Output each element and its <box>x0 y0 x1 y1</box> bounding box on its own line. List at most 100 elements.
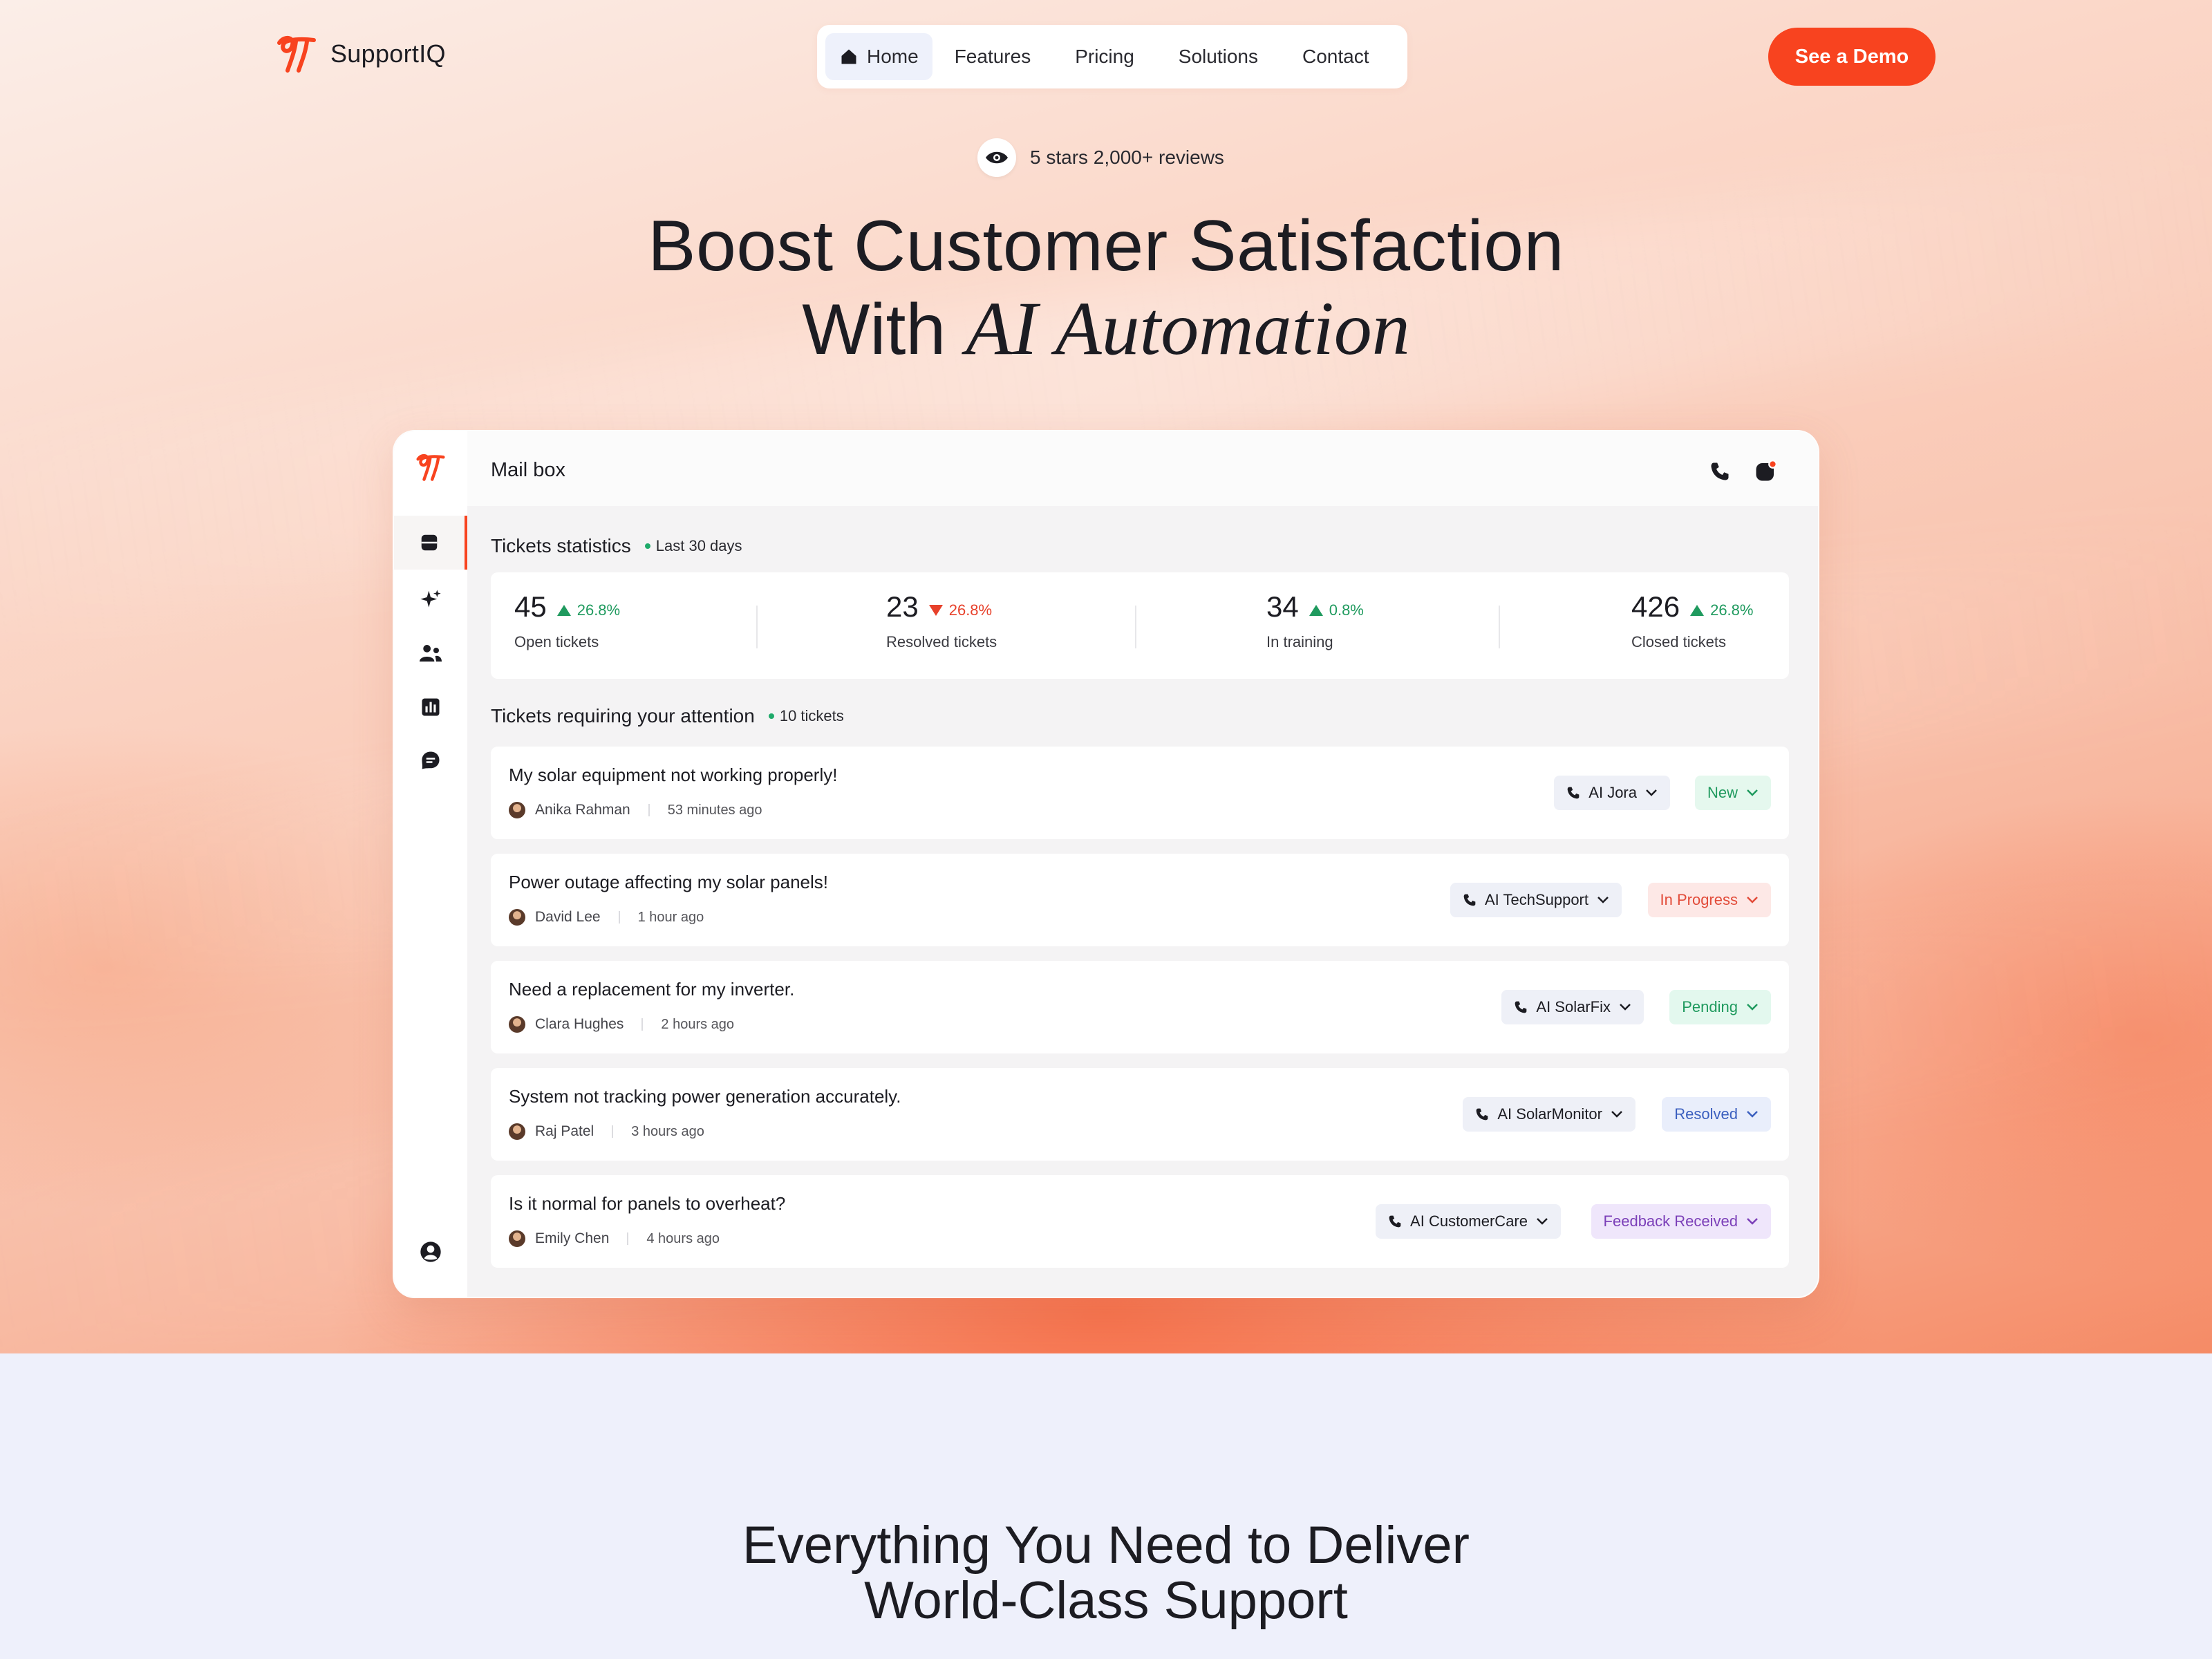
ticket-meta: Clara Hughes 2 hours ago <box>509 1016 734 1033</box>
attention-count: 10 tickets <box>768 707 844 725</box>
stats-period: Last 30 days <box>644 537 742 555</box>
mailbox-app-window: Mail box Tickets statistics Last 30 days… <box>393 430 1819 1298</box>
stat-value: 45 <box>514 590 547 623</box>
hero-headline-italic: AI Automation <box>966 286 1410 371</box>
nav-solutions[interactable]: Solutions <box>1156 33 1280 80</box>
agent-dropdown[interactable]: AI Jora <box>1554 776 1670 810</box>
nav-home[interactable]: Home <box>825 33 932 80</box>
sidebar-item-ai[interactable] <box>394 573 467 627</box>
ticket-subject: Need a replacement for my inverter. <box>509 979 795 1000</box>
stat-training: 34 0.8% In training <box>1266 590 1364 651</box>
divider <box>627 1232 629 1245</box>
stat-delta-value: 26.8% <box>1710 601 1754 619</box>
status-dropdown[interactable]: In Progress <box>1647 883 1771 917</box>
status-label: New <box>1707 784 1738 801</box>
stat-label: Open tickets <box>514 633 599 650</box>
ticket-customer: Anika Rahman <box>535 802 630 818</box>
sidebar-item-chat[interactable] <box>394 733 467 787</box>
avatar <box>509 1016 525 1033</box>
app-logo-icon[interactable] <box>415 452 447 482</box>
triangle-up-icon <box>1309 605 1323 616</box>
sidebar-item-inbox[interactable] <box>394 516 467 570</box>
chevron-down-icon <box>1747 1218 1758 1225</box>
ticket-row[interactable]: My solar equipment not working properly!… <box>491 747 1789 839</box>
hero-headline-line2: With AI Automation <box>0 283 2212 375</box>
agent-label: AI SolarMonitor <box>1497 1105 1602 1123</box>
status-dropdown[interactable]: Feedback Received <box>1591 1204 1771 1239</box>
ticket-row[interactable]: Is it normal for panels to overheat? Emi… <box>491 1175 1789 1268</box>
status-dropdown[interactable]: Resolved <box>1662 1097 1771 1132</box>
ticket-customer: David Lee <box>535 909 601 925</box>
ticket-time: 1 hour ago <box>637 909 704 925</box>
avatar <box>509 1230 525 1247</box>
attention-count-label: 10 tickets <box>779 707 844 724</box>
phone-icon <box>1389 1215 1401 1228</box>
nav-contact[interactable]: Contact <box>1280 33 1391 80</box>
agent-dropdown[interactable]: AI TechSupport <box>1450 883 1622 917</box>
ticket-customer: Raj Patel <box>535 1123 594 1139</box>
notification-icon[interactable] <box>1752 458 1779 485</box>
triangle-down-icon <box>928 605 943 616</box>
section-heading-line1: Everything You Need to Deliver <box>742 1516 1470 1575</box>
status-label: In Progress <box>1660 891 1738 908</box>
stat-value: 426 <box>1631 590 1680 623</box>
attention-title: Tickets requiring your attention <box>491 705 755 727</box>
divider <box>756 606 758 648</box>
ticket-time: 2 hours ago <box>661 1016 735 1032</box>
stat-delta: 0.8% <box>1309 601 1364 619</box>
nav-pricing[interactable]: Pricing <box>1053 33 1156 80</box>
main-nav: Home Features Pricing Solutions Contact <box>817 25 1407 88</box>
ticket-subject: Is it normal for panels to overheat? <box>509 1193 786 1214</box>
status-dropdown[interactable]: Pending <box>1669 990 1771 1024</box>
agent-dropdown[interactable]: AI SolarFix <box>1501 990 1644 1024</box>
phone-icon[interactable] <box>1706 458 1734 485</box>
stats-card: 45 26.8% Open tickets 23 26.8% Resolved … <box>491 572 1789 679</box>
ticket-meta: Raj Patel 3 hours ago <box>509 1123 704 1140</box>
attention-header: Tickets requiring your attention 10 tick… <box>491 705 844 727</box>
brand-logo[interactable]: SupportIQ <box>275 33 446 75</box>
chevron-down-icon <box>1747 897 1758 903</box>
avatar <box>509 1123 525 1140</box>
agent-dropdown[interactable]: AI CustomerCare <box>1376 1204 1561 1239</box>
sparkle-icon <box>420 590 441 608</box>
divider <box>612 1125 614 1138</box>
stat-delta: 26.8% <box>1689 601 1753 619</box>
stat-open: 45 26.8% Open tickets <box>514 590 620 651</box>
status-dot <box>644 543 650 549</box>
triangle-up-icon <box>1690 605 1705 616</box>
nav-features[interactable]: Features <box>932 33 1053 80</box>
stats-title: Tickets statistics <box>491 535 631 556</box>
agent-label: AI CustomerCare <box>1410 1212 1528 1230</box>
status-label: Resolved <box>1674 1105 1738 1123</box>
stats-header: Tickets statistics Last 30 days <box>491 535 742 557</box>
status-label: Pending <box>1682 998 1738 1015</box>
ticket-time: 53 minutes ago <box>667 802 762 818</box>
stat-label: In training <box>1266 633 1333 650</box>
chevron-down-icon <box>1620 1004 1631 1011</box>
sidebar-item-analytics[interactable] <box>394 680 467 734</box>
divider <box>1499 606 1500 648</box>
sidebar-item-profile[interactable] <box>394 1225 467 1279</box>
agent-label: AI TechSupport <box>1484 891 1588 908</box>
stat-label: Closed tickets <box>1631 633 1726 650</box>
status-dropdown[interactable]: New <box>1694 776 1771 810</box>
divider <box>1135 606 1136 648</box>
hero-headline-plain: With <box>802 290 946 370</box>
brand-name: SupportIQ <box>330 39 446 68</box>
ticket-row[interactable]: System not tracking power generation acc… <box>491 1068 1789 1161</box>
stat-delta-value: 0.8% <box>1329 601 1364 619</box>
bar-chart-icon <box>422 698 440 716</box>
see-demo-button[interactable]: See a Demo <box>1768 28 1936 86</box>
ticket-row[interactable]: Need a replacement for my inverter. Clar… <box>491 961 1789 1053</box>
sidebar-item-users[interactable] <box>394 626 467 680</box>
phone-icon <box>1515 1001 1527 1013</box>
agent-label: AI SolarFix <box>1536 998 1611 1015</box>
brand-mark-icon <box>277 35 316 73</box>
phone-icon <box>1567 787 1580 799</box>
stat-delta: 26.8% <box>556 601 620 619</box>
agent-dropdown[interactable]: AI SolarMonitor <box>1463 1097 1635 1132</box>
user-circle-icon <box>420 1241 441 1262</box>
avatar <box>509 909 525 926</box>
ticket-row[interactable]: Power outage affecting my solar panels! … <box>491 854 1789 946</box>
avatar <box>509 802 525 818</box>
